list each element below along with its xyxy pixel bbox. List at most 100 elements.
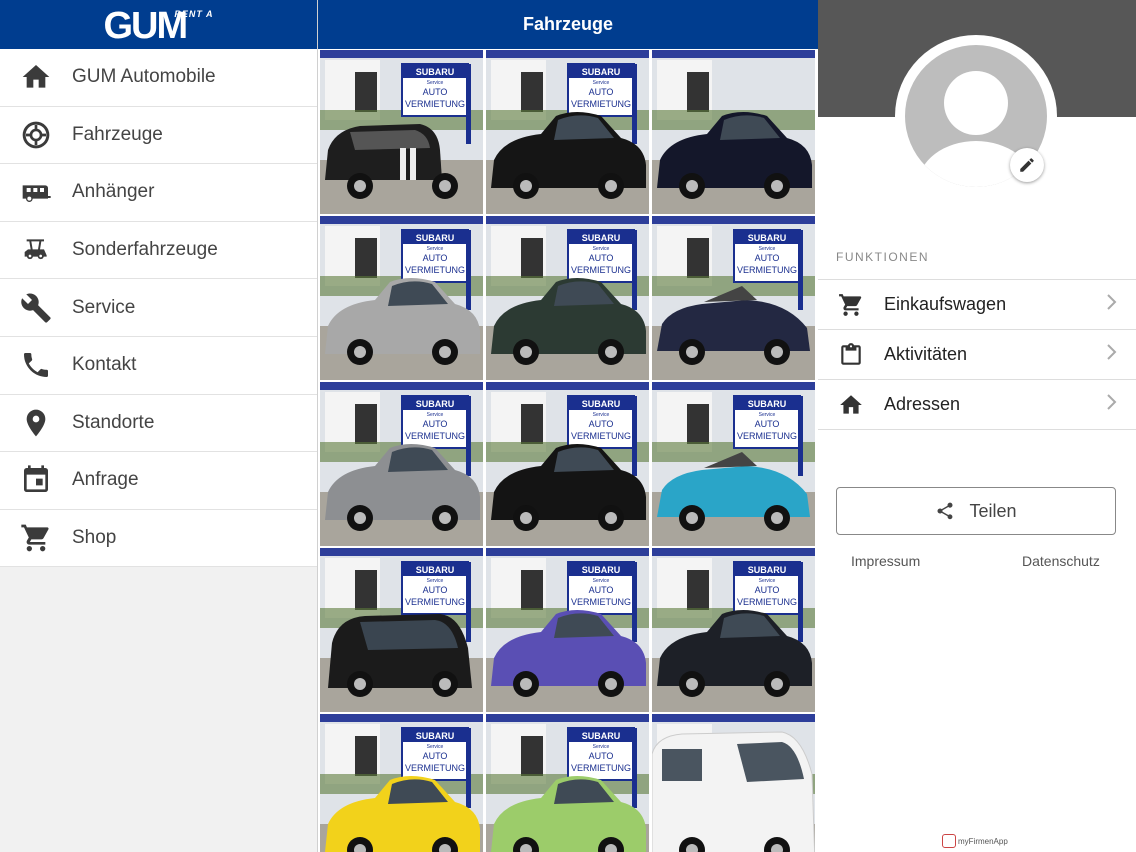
function-item-adressen[interactable]: Adressen (818, 380, 1136, 430)
app-badge[interactable]: myFirmenApp (942, 834, 1008, 848)
vehicle-photo-tile[interactable]: SUBARU Service AUTO VERMIETUNG (320, 714, 483, 852)
functions-section-label: FUNKTIONEN (836, 250, 929, 264)
impressum-link[interactable]: Impressum (851, 553, 920, 569)
clipboard-icon (818, 342, 884, 368)
vehicle-photo-tile[interactable]: SUBARU Service AUTO VERMIETUNG (652, 382, 815, 546)
vehicle-photo-tile[interactable]: SUBARU Service AUTO VERMIETUNG (486, 382, 649, 546)
sign-brand: SUBARU (748, 399, 787, 409)
vehicle-illustration: SUBARU ServiceAUTO VERMIETUNG (320, 216, 483, 380)
menu-item-label: Anfrage (72, 469, 139, 491)
sign-subtitle: Service (427, 578, 444, 584)
menu-item-label: Fahrzeuge (72, 123, 163, 145)
function-item-label: Adressen (884, 394, 961, 414)
pencil-icon (1020, 158, 1034, 172)
app-logo-icon (942, 834, 956, 848)
share-label: Teilen (969, 500, 1017, 521)
menu-item-label: GUM Automobile (72, 66, 216, 88)
menu-item-label: Standorte (72, 411, 155, 433)
vehicle-illustration (652, 714, 815, 852)
menu-item-label: Anhänger (72, 181, 155, 203)
phone-icon (0, 349, 72, 381)
menu-item-anfrage[interactable]: Anfrage (0, 452, 317, 510)
sign-line-2: VERMIETUNG (405, 265, 465, 275)
wrench-icon (0, 292, 72, 324)
vehicle-photo-tile[interactable]: SUBARU Service AUTO VERMIETUNG (320, 216, 483, 380)
menu-item-shop[interactable]: Shop (0, 510, 317, 568)
vehicle-illustration: SUBARU ServiceAUTO VERMIETUNG (320, 382, 483, 546)
vehicle-photo-tile[interactable]: SUBARU Service AUTO VERMIETUNG (652, 548, 815, 712)
datenschutz-link[interactable]: Datenschutz (1022, 553, 1100, 569)
sign-line-2: VERMIETUNG (571, 763, 631, 773)
sign-line-1: AUTO (589, 253, 614, 263)
menu-header: RENT A GUM (0, 0, 317, 49)
vehicle-photo-tile[interactable]: SUBARU Service AUTO VERMIETUNG (486, 714, 649, 852)
vehicle-photo-tile[interactable]: SUBARU Service AUTO VERMIETUNG (320, 382, 483, 546)
sign-subtitle: Service (593, 744, 610, 750)
sign-brand: SUBARU (416, 67, 455, 77)
menu-item-sonderfahrzeuge[interactable]: Sonderfahrzeuge (0, 222, 317, 280)
calendar-icon (0, 464, 72, 496)
sign-line-1: AUTO (423, 751, 448, 761)
sign-subtitle: Service (593, 578, 610, 584)
wheel-icon (0, 119, 72, 151)
vehicle-illustration: SUBARU ServiceAUTO VERMIETUNG (486, 216, 649, 380)
sign-line-1: AUTO (589, 751, 614, 761)
chevron-right-icon (1106, 393, 1136, 416)
sign-line-2: VERMIETUNG (405, 763, 465, 773)
vehicle-photo-tile[interactable] (652, 50, 815, 214)
sign-subtitle: Service (427, 246, 444, 252)
vehicle-photo-tile[interactable]: SUBARU Service AUTO VERMIETUNG (486, 216, 649, 380)
sign-line-1: AUTO (423, 585, 448, 595)
sign-brand: SUBARU (416, 233, 455, 243)
menu-item-fahrzeuge[interactable]: Fahrzeuge (0, 107, 317, 165)
vehicle-photo-tile[interactable]: SUBARU Service AUTO VERMIETUNG (320, 50, 483, 214)
sign-line-1: AUTO (423, 419, 448, 429)
sign-line-1: AUTO (423, 87, 448, 97)
cart-icon (818, 292, 884, 318)
vehicle-photo-tile[interactable]: SUBARU Service AUTO VERMIETUNG (652, 216, 815, 380)
vehicle-photo-tile[interactable]: SUBARU Service AUTO VERMIETUNG (486, 50, 649, 214)
sign-brand: SUBARU (582, 399, 621, 409)
menu-item-label: Kontakt (72, 354, 137, 376)
sign-line-2: VERMIETUNG (737, 431, 797, 441)
app-badge-label: myFirmenApp (958, 836, 1008, 846)
vehicle-photo-tile[interactable]: SUBARU Service AUTO VERMIETUNG (320, 548, 483, 712)
vehicle-photo-tile[interactable]: SUBARU Service AUTO VERMIETUNG (486, 548, 649, 712)
vehicle-illustration (652, 50, 815, 214)
vehicle-illustration: SUBARU ServiceAUTO VERMIETUNG (320, 548, 483, 712)
sign-brand: SUBARU (582, 233, 621, 243)
edit-profile-button[interactable] (1010, 148, 1044, 182)
function-item-label: Aktivitäten (884, 344, 968, 364)
menu-list: GUM Automobile Fahrzeuge Anhänger Sonderfah… (0, 49, 317, 568)
vehicle-illustration: SUBARU ServiceAUTO VERMIETUNG (486, 714, 649, 852)
trailer-icon (0, 176, 72, 208)
vehicle-illustration: SUBARU ServiceAUTO VERMIETUNG (486, 382, 649, 546)
function-item-einkaufswagen[interactable]: Einkaufswagen (818, 280, 1136, 330)
menu-item-standorte[interactable]: Standorte (0, 395, 317, 453)
vehicle-illustration: SUBARU ServiceAUTO VERMIETUNG (652, 216, 815, 380)
menu-item-label: Service (72, 296, 136, 318)
menu-item-gum-automobile[interactable]: GUM Automobile (0, 49, 317, 107)
sign-brand: SUBARU (748, 233, 787, 243)
function-item-aktivitaten[interactable]: Aktivitäten (818, 330, 1136, 380)
functions-list: Einkaufswagen Aktivitäten Adressen (818, 279, 1136, 430)
sign-line-1: AUTO (589, 419, 614, 429)
location-pin-icon (0, 407, 72, 439)
share-icon (937, 502, 953, 520)
sign-line-2: VERMIETUNG (571, 597, 631, 607)
menu-item-label: Sonderfahrzeuge (72, 239, 218, 261)
sign-brand: SUBARU (582, 731, 621, 741)
chevron-right-icon (1106, 293, 1136, 316)
vehicle-illustration: SUBARU ServiceAUTO VERMIETUNG (652, 382, 815, 546)
sign-line-2: VERMIETUNG (571, 99, 631, 109)
logo-title: GUM (103, 4, 189, 47)
brand-logo[interactable]: RENT A GUM (104, 5, 214, 45)
sign-subtitle: Service (427, 744, 444, 750)
share-button[interactable]: Teilen (836, 487, 1116, 535)
sign-subtitle: Service (593, 412, 610, 418)
sign-subtitle: Service (759, 246, 776, 252)
vehicle-photo-tile[interactable] (652, 714, 815, 852)
menu-item-kontakt[interactable]: Kontakt (0, 337, 317, 395)
menu-item-anhanger[interactable]: Anhänger (0, 164, 317, 222)
menu-item-service[interactable]: Service (0, 279, 317, 337)
